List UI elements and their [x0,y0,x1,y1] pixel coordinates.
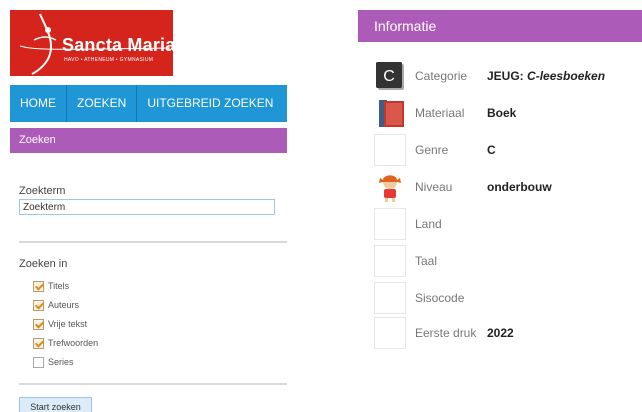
checkbox-checked-icon[interactable] [33,299,44,311]
divider [19,241,287,243]
search-input[interactable] [19,199,275,215]
info-key: Sisocode [415,291,465,305]
nav-item-zoeken[interactable]: ZOEKEN [67,85,138,122]
info-row-eerste-druk: Eerste druk 2022 [374,317,634,349]
blank-icon [374,134,406,166]
blank-icon [374,317,406,349]
info-panel-header: Informatie [358,10,642,42]
logo-title: Sancta Maria [62,35,173,55]
info-key: Eerste druk [415,326,477,340]
search-term-label: Zoekterm [19,185,66,197]
info-value: 2022 [487,326,514,340]
info-value: JEUG: C-leesboeken [487,69,606,83]
checkbox-label: Series [48,357,74,367]
info-row-categorie: C Categorie JEUG: C-leesboeken [374,60,634,92]
info-value: Boek [487,106,517,120]
blank-icon [374,245,406,277]
checkbox-label: Auteurs [48,300,80,310]
info-value: onderbouw [487,180,552,194]
checkbox-auteurs[interactable]: Auteurs [33,298,79,312]
info-key: Niveau [415,180,453,194]
logo-subtitle: HAVO • ATHENEUM • GYMNASIUM [64,57,154,63]
start-search-button[interactable]: Start zoeken [19,397,92,412]
info-row-sisocode: Sisocode [374,282,634,314]
divider [19,383,287,385]
checkbox-label: Titels [48,281,70,291]
search-panel-header: Zoeken [10,128,287,153]
info-row-taal: Taal [374,245,634,277]
svg-text:C: C [383,68,395,85]
info-row-niveau: Niveau onderbouw [374,171,634,203]
checkbox-trefwoorden[interactable]: Trefwoorden [33,336,98,350]
blank-icon [374,282,406,314]
checkbox-label: Trefwoorden [48,338,99,348]
info-key: Genre [415,143,449,157]
book-icon [379,100,404,127]
checkbox-series[interactable]: Series [33,355,74,369]
info-value: C [487,143,496,157]
info-key: Categorie [415,69,468,83]
blank-icon [374,208,406,240]
info-row-materiaal: Materiaal Boek [374,97,634,129]
search-scope-label: Zoeken in [19,258,68,270]
checkbox-titels[interactable]: Titels [33,279,69,293]
info-key: Taal [415,254,438,268]
checkbox-vrije-tekst[interactable]: Vrije tekst [33,317,87,331]
checkbox-checked-icon[interactable] [33,337,44,349]
info-key: Materiaal [415,106,465,120]
checkbox-checked-icon[interactable] [33,280,44,292]
nav-item-home[interactable]: HOME [10,85,67,122]
main-nav: HOME ZOEKEN UITGEBREID ZOEKEN [10,85,287,122]
info-row-land: Land [374,208,634,240]
info-row-genre: Genre C [374,134,634,166]
category-c-icon: C [376,62,404,90]
info-key: Land [415,217,442,231]
nav-item-uitgebreid-zoeken[interactable]: UITGEBREID ZOEKEN [137,85,283,122]
checkbox-unchecked-icon[interactable] [33,356,44,368]
school-logo[interactable]: Sancta Maria HAVO • ATHENEUM • GYMNASIUM [10,10,173,76]
checkbox-label: Vrije tekst [48,319,88,329]
checkbox-checked-icon[interactable] [33,318,44,330]
child-icon [379,175,401,202]
